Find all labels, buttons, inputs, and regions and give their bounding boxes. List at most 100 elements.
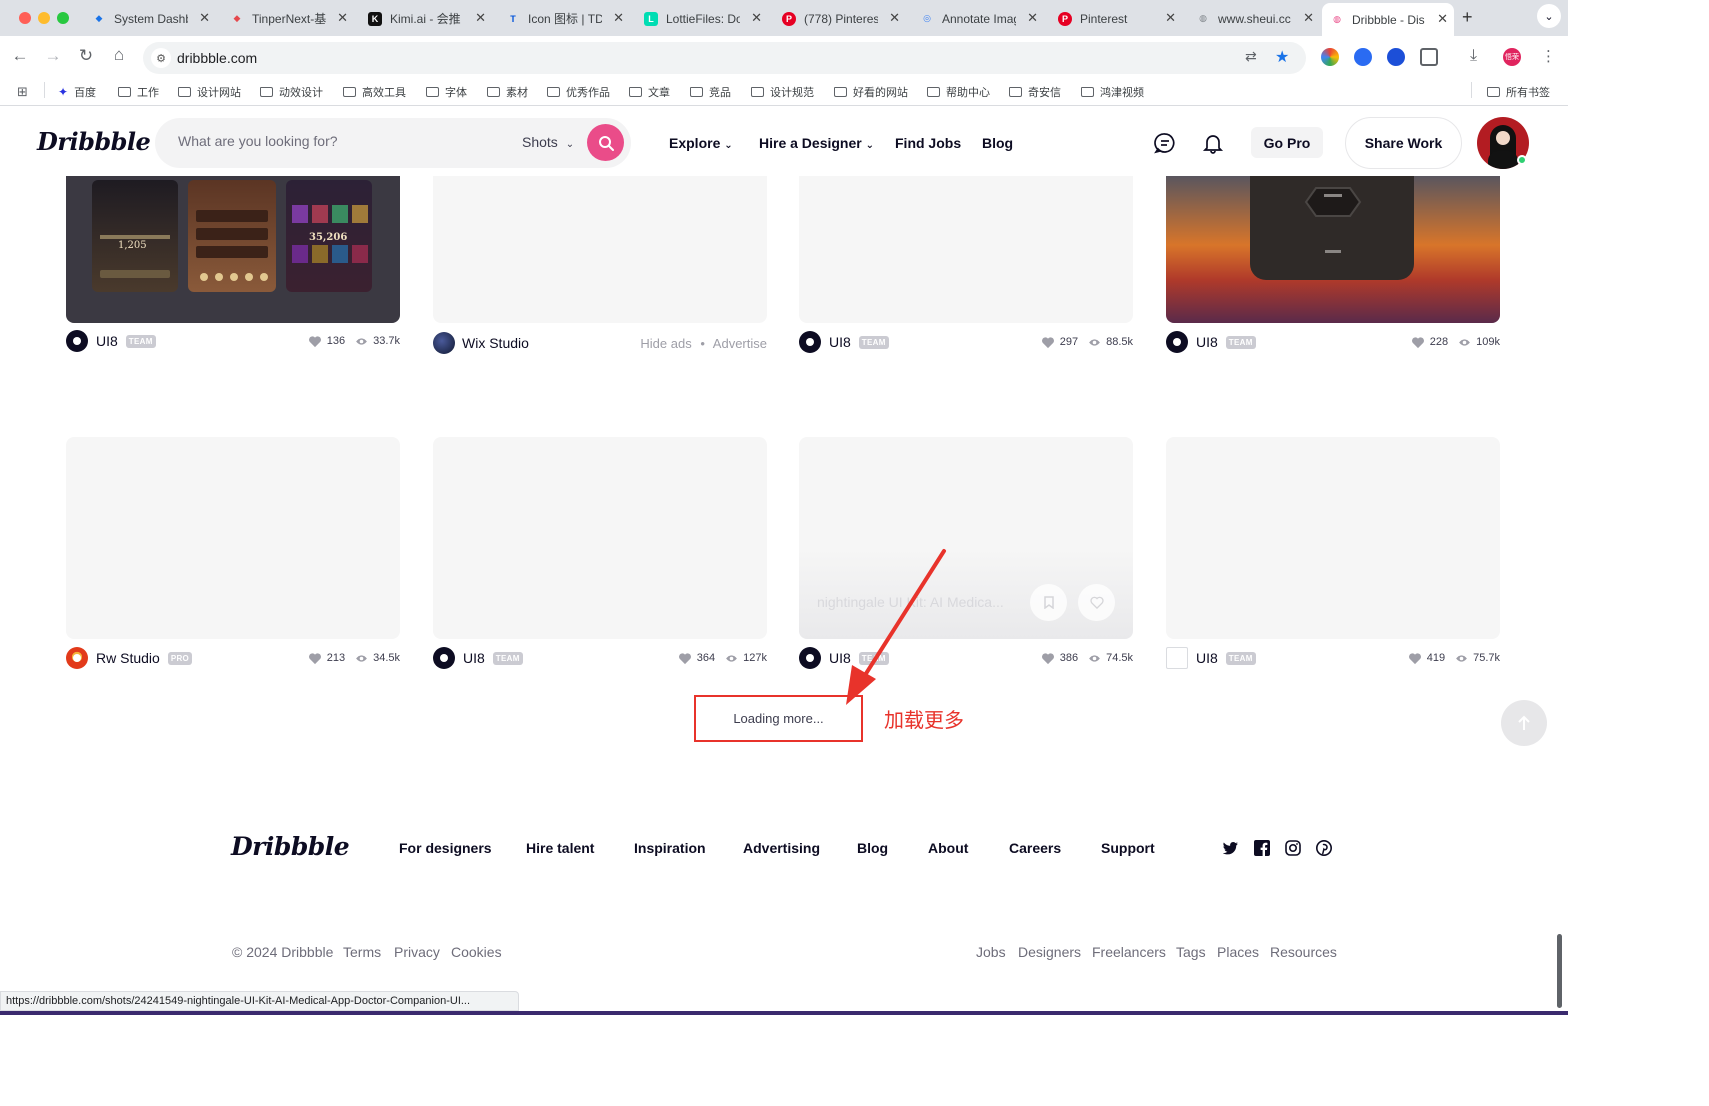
author-avatar[interactable] <box>433 647 455 669</box>
pinterest-icon[interactable] <box>1316 840 1332 856</box>
footer-legal-link[interactable]: Privacy <box>394 944 440 960</box>
browser-tab[interactable]: ◆ System Dashb ✕ <box>84 5 216 32</box>
close-tab-icon[interactable]: ✕ <box>613 10 624 26</box>
author-name[interactable]: UI8 <box>1196 334 1218 350</box>
bookmark-folder[interactable]: 竞品 <box>690 84 731 100</box>
footer-link[interactable]: Support <box>1101 840 1155 856</box>
nav-hire-a-designer[interactable]: Hire a Designer ⌄ <box>759 135 874 151</box>
bookmark-folder[interactable]: 素材 <box>487 84 528 100</box>
footer-dribbble-logo[interactable]: Dribbble <box>231 832 350 861</box>
facebook-icon[interactable] <box>1254 840 1270 856</box>
footer-link[interactable]: Blog <box>857 840 888 856</box>
browser-tab[interactable]: ◎ Annotate Imag ✕ <box>912 5 1044 32</box>
translate-icon[interactable]: ⇄ <box>1245 48 1257 65</box>
browser-tab[interactable]: ◍ www.sheui.cc ✕ <box>1188 5 1320 32</box>
author-avatar[interactable] <box>799 647 821 669</box>
apps-grid-icon[interactable]: ⊞ <box>17 84 28 100</box>
like-shot-button[interactable] <box>1078 584 1115 621</box>
forward-arrow-icon[interactable]: → <box>42 46 64 66</box>
bookmark-folder[interactable]: 奇安信 <box>1009 84 1061 100</box>
bookmark-folder[interactable]: 设计网站 <box>178 84 241 100</box>
search-button[interactable] <box>587 124 624 161</box>
maximize-window-button[interactable] <box>57 12 69 24</box>
close-tab-icon[interactable]: ✕ <box>751 10 762 26</box>
author-name[interactable]: UI8 <box>829 334 851 350</box>
close-tab-icon[interactable]: ✕ <box>199 10 210 26</box>
footer-directory-link[interactable]: Places <box>1217 944 1259 960</box>
bookmark-folder[interactable]: 文章 <box>629 84 670 100</box>
home-icon[interactable]: ⌂ <box>108 45 130 65</box>
close-tab-icon[interactable]: ✕ <box>337 10 348 26</box>
close-window-button[interactable] <box>19 12 31 24</box>
advertiser-name[interactable]: Wix Studio <box>462 335 529 351</box>
footer-directory-link[interactable]: Tags <box>1176 944 1206 960</box>
notifications-bell-icon[interactable] <box>1202 132 1224 154</box>
profile-avatar[interactable]: 悟荣 <box>1503 48 1521 66</box>
bookmark-folder[interactable]: 帮助中心 <box>927 84 990 100</box>
advertise-link[interactable]: Advertise <box>713 336 767 351</box>
footer-directory-link[interactable]: Freelancers <box>1092 944 1166 960</box>
bookmark-folder[interactable]: 字体 <box>426 84 467 100</box>
bookmark-folder[interactable]: 设计规范 <box>751 84 814 100</box>
reload-icon[interactable]: ↻ <box>75 46 97 66</box>
search-input[interactable] <box>178 133 478 149</box>
instagram-icon[interactable] <box>1285 840 1301 856</box>
share-work-button[interactable]: Share Work <box>1345 117 1462 169</box>
bookmark-folder[interactable]: 优秀作品 <box>547 84 610 100</box>
footer-directory-link[interactable]: Resources <box>1270 944 1337 960</box>
extension-globe-icon[interactable] <box>1354 48 1372 66</box>
author-avatar[interactable] <box>66 330 88 352</box>
footer-legal-link[interactable]: Terms <box>343 944 381 960</box>
close-tab-icon[interactable]: ✕ <box>1437 11 1448 27</box>
nav-blog[interactable]: Blog <box>982 135 1013 151</box>
bookmark-folder[interactable]: 高效工具 <box>343 84 406 100</box>
browser-tab[interactable]: P (778) Pinteres ✕ <box>774 5 906 32</box>
bookmark-folder[interactable]: 动效设计 <box>260 84 323 100</box>
shot-thumbnail[interactable] <box>66 437 400 639</box>
wix-studio-avatar[interactable] <box>433 332 455 354</box>
search-type-dropdown[interactable]: Shots ⌄ <box>522 134 574 150</box>
all-bookmarks[interactable]: 所有书签 <box>1487 84 1550 100</box>
extensions-puzzle-icon[interactable] <box>1420 48 1438 66</box>
page-scrollbar-thumb[interactable] <box>1557 934 1562 1008</box>
close-tab-icon[interactable]: ✕ <box>475 10 486 26</box>
shot-thumbnail[interactable] <box>433 437 767 639</box>
footer-link[interactable]: Inspiration <box>634 840 706 856</box>
dribbble-logo[interactable]: Dribbble <box>37 127 151 156</box>
footer-directory-link[interactable]: Designers <box>1018 944 1081 960</box>
scroll-to-top-button[interactable] <box>1501 700 1547 746</box>
author-name[interactable]: UI8 <box>96 333 118 349</box>
close-tab-icon[interactable]: ✕ <box>889 10 900 26</box>
footer-link[interactable]: For designers <box>399 840 492 856</box>
author-avatar[interactable] <box>1166 331 1188 353</box>
close-tab-icon[interactable]: ✕ <box>1303 10 1314 26</box>
close-tab-icon[interactable]: ✕ <box>1027 10 1038 26</box>
nav-find-jobs[interactable]: Find Jobs <box>895 135 961 151</box>
footer-link[interactable]: Careers <box>1009 840 1061 856</box>
save-shot-button[interactable] <box>1030 584 1067 621</box>
extension-color-icon[interactable] <box>1321 48 1339 66</box>
go-pro-button[interactable]: Go Pro <box>1251 127 1323 158</box>
author-avatar[interactable] <box>799 331 821 353</box>
footer-link[interactable]: Hire talent <box>526 840 594 856</box>
close-tab-icon[interactable]: ✕ <box>1165 10 1176 26</box>
footer-link[interactable]: About <box>928 840 968 856</box>
twitter-icon[interactable] <box>1223 840 1239 856</box>
browser-tab-active[interactable]: ◍ Dribbble - Dis ✕ <box>1322 3 1454 36</box>
messages-icon[interactable] <box>1154 132 1176 154</box>
broken-avatar-image[interactable] <box>1166 647 1188 669</box>
author-name[interactable]: UI8 <box>463 650 485 666</box>
site-info-icon[interactable]: ⚙ <box>151 48 171 68</box>
tab-search-icon[interactable]: ⌄ <box>1537 4 1561 28</box>
back-arrow-icon[interactable]: ← <box>9 46 31 66</box>
bookmark-folder[interactable]: 鸿津视频 <box>1081 84 1144 100</box>
minimize-window-button[interactable] <box>38 12 50 24</box>
author-name[interactable]: Rw Studio <box>96 650 160 666</box>
browser-tab[interactable]: P Pinterest ✕ <box>1050 5 1182 32</box>
footer-directory-link[interactable]: Jobs <box>976 944 1006 960</box>
download-icon[interactable]: ⤓ <box>1470 47 1477 65</box>
footer-link[interactable]: Advertising <box>743 840 820 856</box>
browser-menu-icon[interactable]: ⋮ <box>1541 47 1556 65</box>
footer-legal-link[interactable]: Cookies <box>451 944 502 960</box>
nav-explore[interactable]: Explore ⌄ <box>669 135 733 151</box>
